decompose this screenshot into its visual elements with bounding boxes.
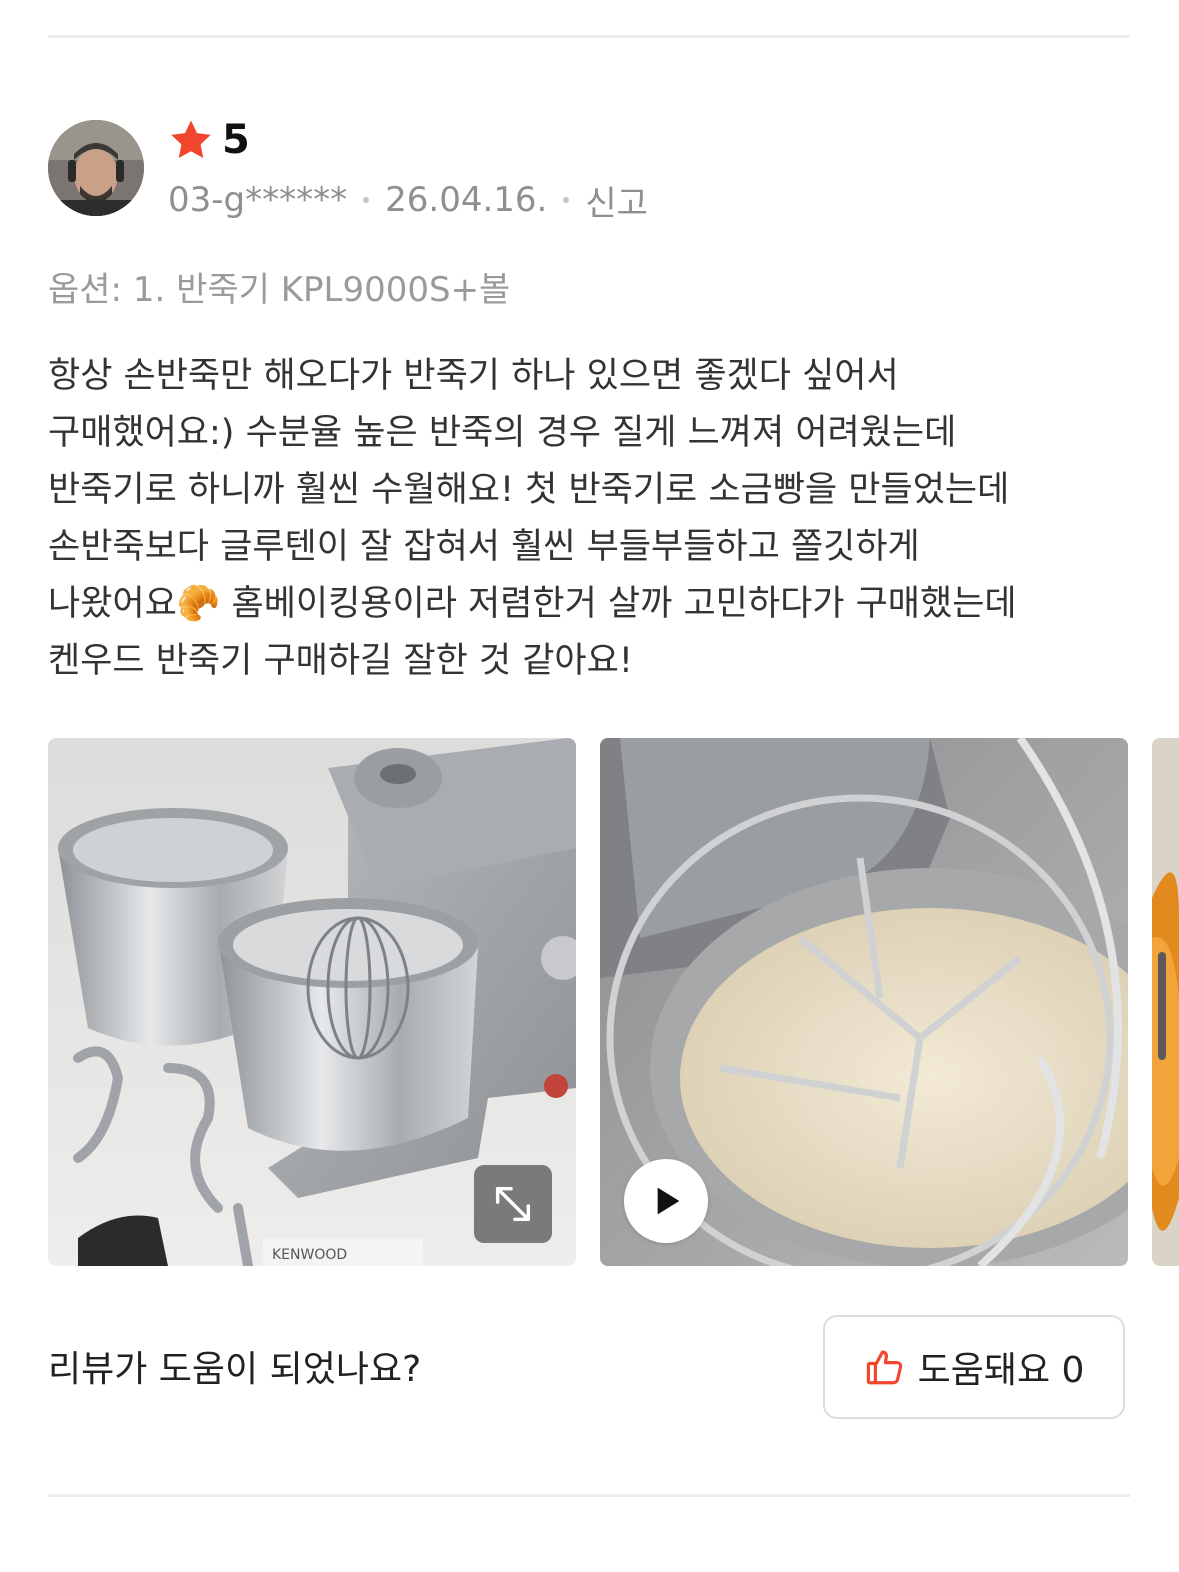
- bottom-divider: [48, 1494, 1130, 1497]
- rating-value: 5: [222, 117, 250, 163]
- meta-separator: [363, 197, 370, 203]
- play-video-button[interactable]: [624, 1159, 708, 1243]
- helpful-button[interactable]: 도움돼요 0: [823, 1315, 1125, 1419]
- expand-photo-button[interactable]: [474, 1165, 552, 1243]
- review-line: 항상 손반죽만 해오다가 반죽기 하나 있으면 좋겠다 싶어서: [48, 356, 899, 396]
- review-line: 반죽기로 하니까 훨씬 수월해요! 첫 반죽기로 소금빵을 만들었는데: [48, 470, 1010, 510]
- photo-caption: KENWOOD: [272, 1247, 347, 1263]
- helpful-count-label: 도움돼요 0: [917, 1350, 1085, 1391]
- review-date: 26.04.16.: [385, 180, 548, 220]
- expand-icon: [495, 1186, 531, 1222]
- reviewer-avatar: [48, 120, 144, 216]
- review-line: 나왔어요🥐 홈베이킹용이라 저렴한거 살까 고민하다가 구매했는데: [48, 584, 1017, 624]
- star-icon: [171, 120, 211, 159]
- helpful-question: 리뷰가 도움이 되었나요?: [48, 1349, 422, 1390]
- top-divider: [48, 35, 1130, 38]
- meta-separator: [563, 197, 570, 203]
- thumbs-up-icon: [866, 1350, 902, 1385]
- rating: 5: [168, 112, 250, 168]
- report-link[interactable]: 신고: [585, 176, 648, 225]
- review-line: 켄우드 반죽기 구매하길 잘한 것 같아요!: [48, 641, 633, 681]
- review-line: 손반죽보다 글루텐이 잘 잡혀서 훨씬 부들부들하고 쫄깃하게: [48, 527, 920, 567]
- purchase-option: 옵션: 1. 반죽기 KPL9000S+볼: [48, 270, 511, 310]
- author-name: 03-g******: [168, 180, 348, 220]
- review-text: 항상 손반죽만 해오다가 반죽기 하나 있으면 좋겠다 싶어서 구매했어요:) …: [48, 348, 1130, 690]
- play-icon: [657, 1187, 680, 1215]
- gallery-scroll-indicator[interactable]: [1158, 952, 1166, 1060]
- review-line: 구매했어요:) 수분율 높은 반죽의 경우 질게 느껴져 어려웠는데: [48, 413, 957, 453]
- review-meta: 03-g****** 26.04.16. 신고: [168, 176, 648, 224]
